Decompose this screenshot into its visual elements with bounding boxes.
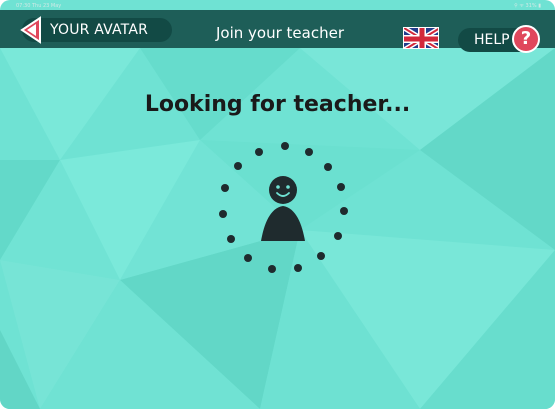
searching-message: Looking for teacher... — [144, 92, 411, 117]
status-time: 07:30 Thu 23 May — [16, 3, 62, 9]
page-title: Join your teacher — [216, 24, 344, 42]
question-mark-icon: ? — [512, 25, 540, 53]
header-bar: YOUR AVATAR Join your teacher HELP ? — [0, 10, 555, 53]
help-button-label: HELP — [474, 32, 510, 48]
app-screen: 07:30 Thu 23 May ⚲ ᯤ 31% ▮ YOUR AVATAR J… — [0, 0, 555, 409]
uk-flag-icon[interactable] — [403, 27, 439, 49]
status-bar: 07:30 Thu 23 May ⚲ ᯤ 31% ▮ — [0, 0, 555, 10]
chevron-left-icon — [20, 16, 41, 44]
status-indicators: ⚲ ᯤ 31% ▮ — [514, 3, 541, 9]
person-icon — [261, 176, 305, 241]
loading-spinner — [219, 142, 348, 273]
back-button-label: YOUR AVATAR — [50, 22, 149, 38]
help-button[interactable]: HELP ? — [458, 25, 540, 53]
back-to-avatar-button[interactable]: YOUR AVATAR — [20, 16, 172, 44]
